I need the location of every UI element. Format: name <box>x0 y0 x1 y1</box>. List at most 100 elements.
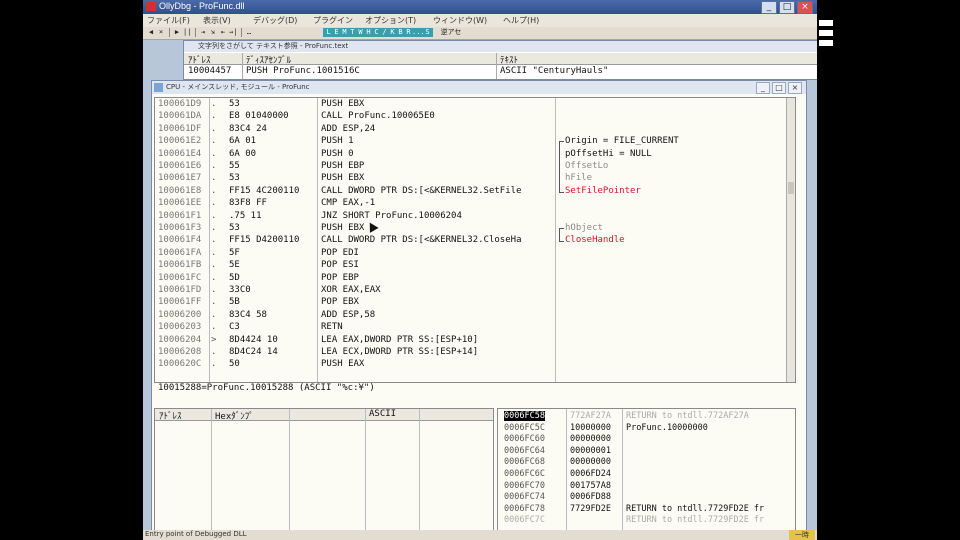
run-button[interactable]: ▶ <box>173 28 181 37</box>
stack-row[interactable]: 0006FC70 001757A8 <box>498 481 795 492</box>
row-hex: 6A 01 <box>229 136 257 147</box>
row-hex: 83C4 24 <box>229 123 267 134</box>
menu-window[interactable]: ウィンドウ(W) <box>433 15 487 26</box>
disassembly-row[interactable]: 100061F3. 53 PUSH EBX <box>155 223 555 235</box>
disassembly-row[interactable]: 100061F4. FF15 D4200110 CALL DWORD PTR DS:… <box>155 235 555 247</box>
menu-plugins[interactable]: プラグイン <box>313 15 353 26</box>
column-address[interactable]: ｱﾄﾞﾚｽ <box>188 53 211 66</box>
menu-options[interactable]: オプション(T) <box>365 15 416 26</box>
disassembly-row[interactable]: 100061F1. .75 11 JNZ SHORT ProFunc.1000620… <box>155 211 555 223</box>
disassembly-pane[interactable]: 100061D9. 53 PUSH EBX 100061DA. E8 01040000 C… <box>154 97 796 383</box>
help-api-button[interactable]: 逆アセ <box>439 28 463 37</box>
stack-address: 0006FC64 <box>504 445 545 456</box>
stack-row[interactable]: 0006FC60 00000000 <box>498 434 795 445</box>
disassembly-row[interactable]: 100061FC. 5D POP EBP <box>155 273 555 285</box>
stack-value: 00000000 <box>570 434 611 445</box>
row-hex: 53 <box>229 173 240 184</box>
stack-comment: RETURN to ntdll.7729FD2E fr <box>626 503 765 514</box>
reference-row[interactable]: 10004457 PUSH ProFunc.1001516C ASCII "Ce… <box>184 66 817 77</box>
run-trace-button[interactable]: ... <box>412 28 425 37</box>
comment-api-name: SetFilePointer <box>565 185 641 196</box>
column-disassembly[interactable]: ﾃﾞｨｽｱｾﾝﾌﾞﾙ <box>246 53 291 66</box>
row-hex: C3 <box>229 322 240 333</box>
row-address: 100061F1 <box>158 210 202 221</box>
cpu-close-button[interactable]: × <box>788 82 802 94</box>
row-address: 10006200 <box>158 309 202 320</box>
menu-debug[interactable]: デバッグ(D) <box>253 15 297 26</box>
stack-row[interactable]: 0006FC6C 0006FD24 <box>498 469 795 480</box>
row-marker: > <box>211 334 217 345</box>
disassembly-row[interactable]: 100061EE. 83F8 FF CMP EAX,-1 <box>155 198 555 210</box>
row-instruction: POP ESI <box>321 260 359 271</box>
execute-till-return-button[interactable]: →| <box>229 28 237 37</box>
row-address: 1000620C <box>158 359 202 370</box>
stack-row[interactable]: 0006FC74 0006FD88 <box>498 492 795 503</box>
step-into-button[interactable]: ⇥ <box>199 28 207 37</box>
disassembly-row[interactable]: 1000620C. 50 PUSH EAX <box>155 359 555 371</box>
scrollbar-thumb[interactable] <box>788 182 794 194</box>
row-instruction: POP EDI <box>321 247 359 258</box>
disassembly-row[interactable]: 10006204 >8D4424 10 LEA EAX,DWORD PTR SS:[… <box>155 335 555 347</box>
cpu-minimize-button[interactable]: _ <box>756 82 770 94</box>
disassembly-row[interactable]: 100061FA. 5F POP EDI <box>155 248 555 260</box>
row-marker: . <box>211 272 217 283</box>
cpu-maximize-button[interactable]: □ <box>772 82 786 94</box>
step-over-button[interactable]: ⇲ <box>209 28 217 37</box>
disassembly-row[interactable]: 100061FF. 5B POP EBX <box>155 297 555 309</box>
row-instruction: POP EBX <box>321 297 359 308</box>
references-title-bar: 文字列をさがして テキスト参照 - ProFunc.text <box>184 41 817 52</box>
close-debug-button[interactable]: × <box>157 28 165 37</box>
close-button[interactable]: × <box>797 1 813 14</box>
disassembly-row[interactable]: 100061E6. 55 PUSH EBP <box>155 161 555 173</box>
stack-value: 10000000 <box>570 422 611 433</box>
stack-value: 00000001 <box>570 445 611 456</box>
disassembly-scrollbar[interactable] <box>786 98 795 382</box>
disassembly-row[interactable]: 100061DA. E8 01040000 CALL ProFunc.100065E… <box>155 111 555 123</box>
disassembly-row[interactable]: 100061E7. 53 PUSH EBX <box>155 173 555 185</box>
reference-address: 10004457 <box>188 66 232 76</box>
disassembly-row[interactable]: 100061FB. 5E POP ESI <box>155 260 555 272</box>
column-text[interactable]: ﾃｷｽﾄ <box>500 53 518 66</box>
status-text: Entry point of Debugged DLL <box>145 530 247 538</box>
disassembly-row[interactable]: 10006203. C3 RETN <box>155 322 555 334</box>
reference-disassembly: PUSH ProFunc.1001516C <box>246 66 360 76</box>
row-hex: 55 <box>229 161 240 171</box>
stack-row[interactable]: 0006FC7C RETURN to ntdll.7729FD2E fr <box>498 515 795 526</box>
window-title: OllyDbg - ProFunc.dll <box>159 1 245 11</box>
stack-row[interactable]: 0006FC78 7729FD2E RETURN to ntdll.7729FD2E… <box>498 504 795 515</box>
menu-help[interactable]: ヘルプ(H) <box>503 15 539 26</box>
stack-pane[interactable]: 0006FC58 772AF27A RETURN to ntdll.772AF27A… <box>497 408 796 540</box>
menu-view[interactable]: 表示(V) <box>203 15 231 26</box>
minimize-button[interactable]: _ <box>761 1 777 14</box>
maximize-button[interactable]: □ <box>779 1 795 14</box>
disassembly-row[interactable]: 100061E4. 6A 00 PUSH 0 <box>155 149 555 161</box>
disassembly-row[interactable]: 100061D9. 53 PUSH EBX <box>155 99 555 111</box>
window-title-bar: OllyDbg - ProFunc.dll _ □ × <box>143 0 817 14</box>
menu-file[interactable]: ファイル(F) <box>147 15 190 26</box>
disassembly-row[interactable]: 100061FD. 33C0 XOR EAX,EAX <box>155 285 555 297</box>
stack-row[interactable]: 0006FC64 00000001 <box>498 446 795 457</box>
row-instruction: CALL ProFunc.100065E0 <box>321 111 435 122</box>
row-address: 100061FF <box>158 297 202 308</box>
disassembly-row[interactable]: 10006200. 83C4 58 ADD ESP,58 <box>155 310 555 322</box>
dump-column-ascii[interactable]: ASCII <box>369 409 396 419</box>
disassembly-row[interactable]: 100061DF. 83C4 24 ADD ESP,24 <box>155 124 555 136</box>
status-bar: Entry point of Debugged DLL 一時 <box>143 530 817 540</box>
pause-button[interactable]: || <box>183 28 191 37</box>
hex-dump-pane[interactable]: ｱﾄﾞﾚｽ Hexﾀﾞﾝﾌﾟ ASCII <box>154 408 494 540</box>
stack-row[interactable]: 0006FC58 772AF27A RETURN to ntdll.772AF27A <box>498 411 795 422</box>
trace-into-button[interactable]: ⇤ <box>219 28 227 37</box>
goto-button[interactable]: … <box>245 28 253 37</box>
disassembly-row[interactable]: 10006208. 8D4C24 14 LEA ECX,DWORD PTR SS:[… <box>155 347 555 359</box>
row-marker: . <box>211 99 217 109</box>
stack-row[interactable]: 0006FC68 00000000 <box>498 457 795 468</box>
dump-column-address[interactable]: ｱﾄﾞﾚｽ <box>159 409 182 422</box>
dump-column-hex[interactable]: Hexﾀﾞﾝﾌﾟ <box>215 409 254 422</box>
open-button[interactable]: ◀ <box>147 28 155 37</box>
source-button[interactable]: S <box>423 28 432 37</box>
stack-row[interactable]: 0006FC5C 10000000 ProFunc.10000000 <box>498 423 795 434</box>
cpu-title-bar: CPU - メインスレッド, モジュール - ProFunc _ □ × <box>152 81 806 94</box>
disassembly-row[interactable]: 100061E8. FF15 4C200110 CALL DWORD PTR DS:… <box>155 186 555 198</box>
disassembly-row[interactable]: 100061E2. 6A 01 PUSH 1 <box>155 136 555 148</box>
stack-value: 0006FD24 <box>570 469 611 479</box>
